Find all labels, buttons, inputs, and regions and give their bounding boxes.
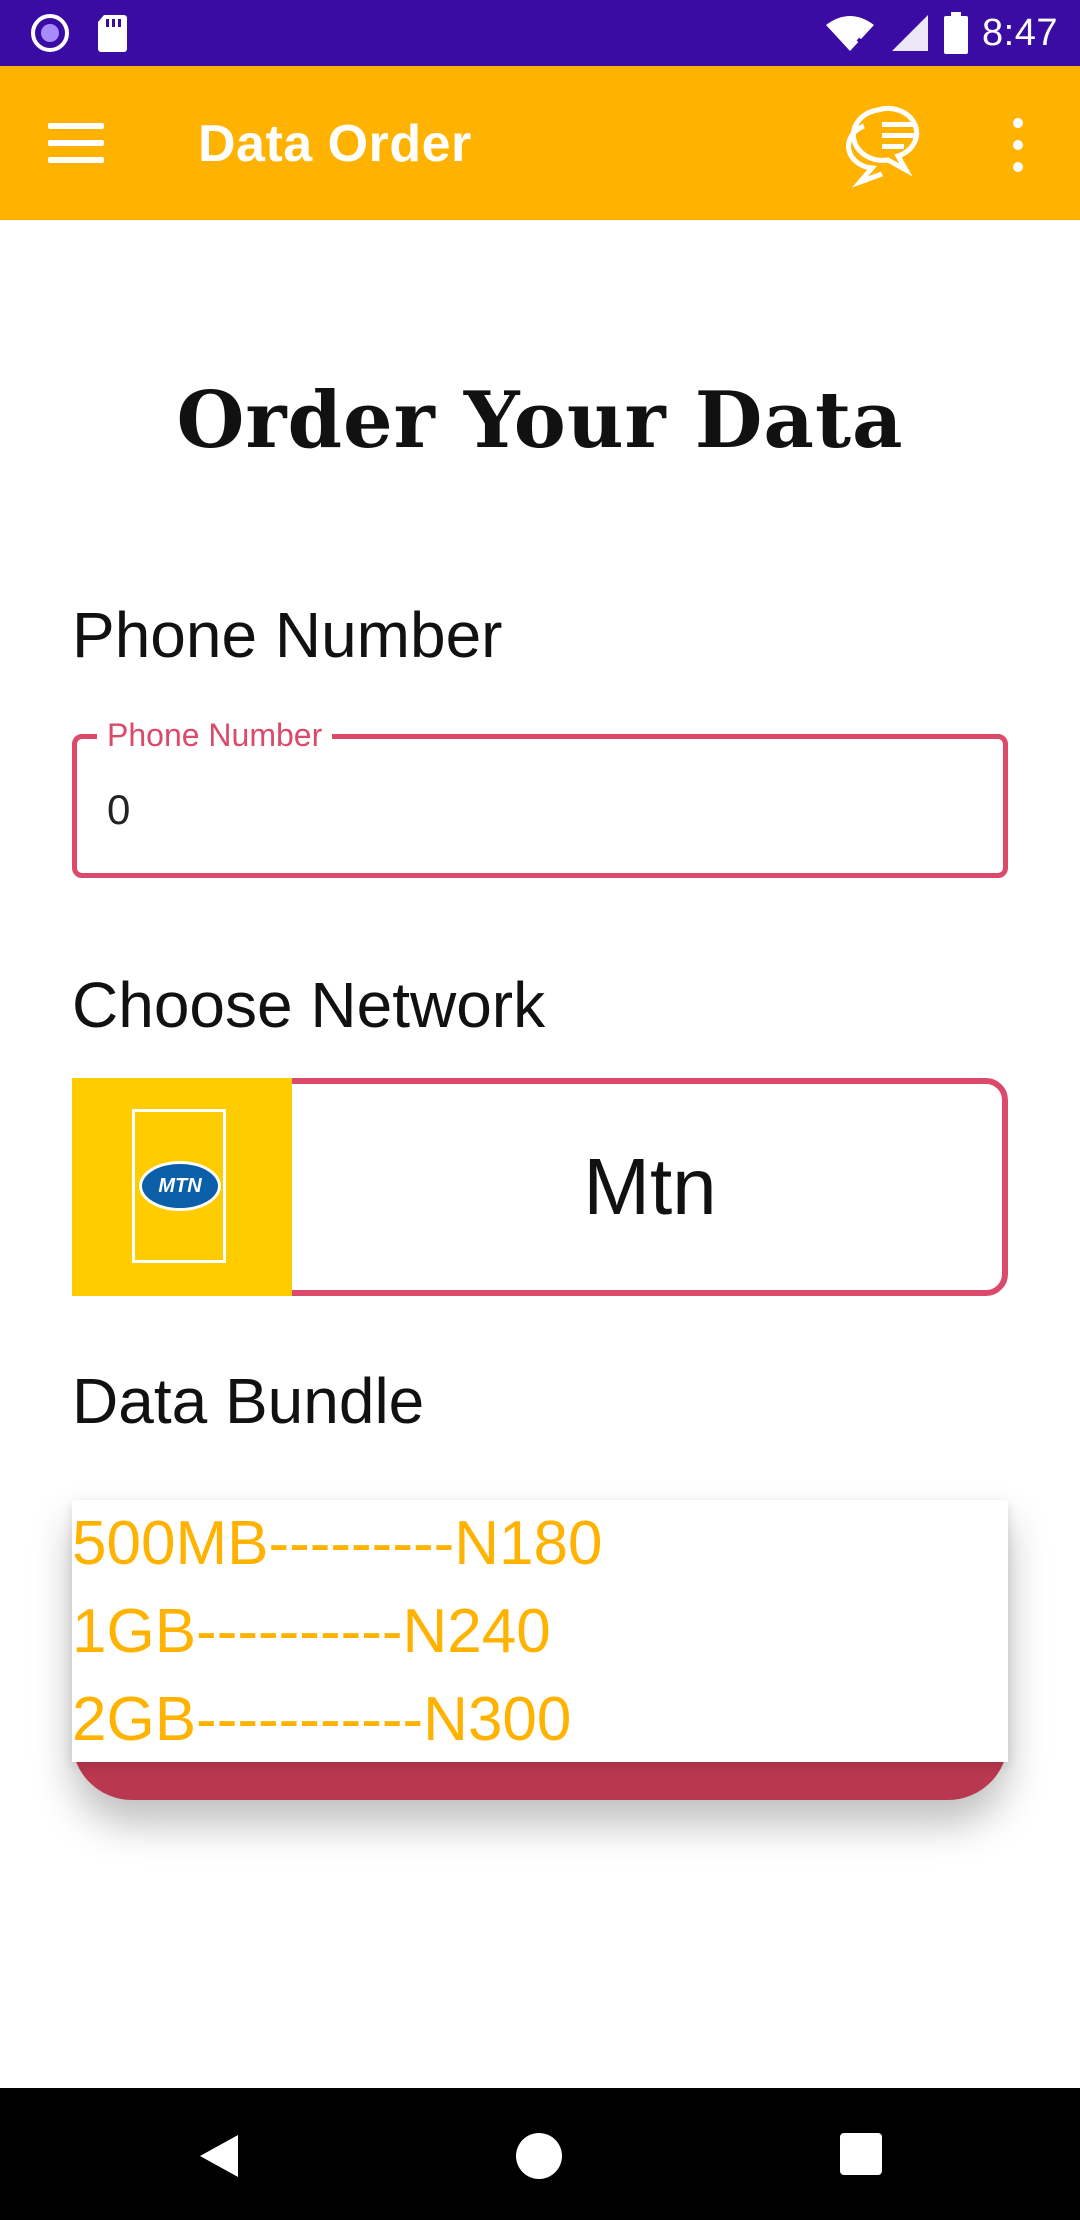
signal-icon (892, 15, 929, 51)
phone-number-field[interactable]: Phone Number (72, 717, 1008, 878)
chat-icon[interactable] (840, 96, 940, 192)
bundle-option-500mb[interactable]: 500MB---------N180 (72, 1500, 1008, 1588)
wifi-icon (826, 16, 875, 51)
network-name[interactable]: Mtn (292, 1078, 1008, 1296)
phone-number-input[interactable] (105, 785, 969, 835)
mtn-logo-text: MTN (139, 1161, 221, 1211)
bundle-option-2gb[interactable]: 2GB-----------N300 (72, 1676, 1008, 1764)
home-icon[interactable] (516, 2133, 562, 2179)
mtn-logo[interactable]: MTN (72, 1078, 292, 1296)
recents-icon[interactable] (840, 2133, 882, 2175)
app-bar: Data Order (0, 66, 1080, 220)
menu-icon[interactable] (48, 123, 104, 163)
bundle-list: 500MB---------N180 1GB----------N240 2GB… (72, 1500, 1008, 1762)
record-icon (31, 14, 69, 52)
status-time: 8:47 (982, 11, 1058, 54)
navigation-bar (0, 2088, 1080, 2220)
bundle-option-1gb[interactable]: 1GB----------N240 (72, 1588, 1008, 1676)
network-section-label: Choose Network (72, 969, 546, 1041)
battery-icon (944, 12, 969, 54)
bundle-section-label: Data Bundle (72, 1365, 425, 1437)
page-heading: Order Your Data (176, 375, 904, 466)
phone-section-label: Phone Number (72, 599, 503, 671)
phone-field-label: Phone Number (97, 717, 333, 754)
app-title: Data Order (198, 115, 472, 173)
overflow-menu-icon[interactable] (1006, 118, 1030, 174)
back-icon[interactable] (198, 2133, 240, 2179)
status-bar: 8:47 (0, 0, 1080, 66)
sd-card-icon (98, 15, 127, 52)
